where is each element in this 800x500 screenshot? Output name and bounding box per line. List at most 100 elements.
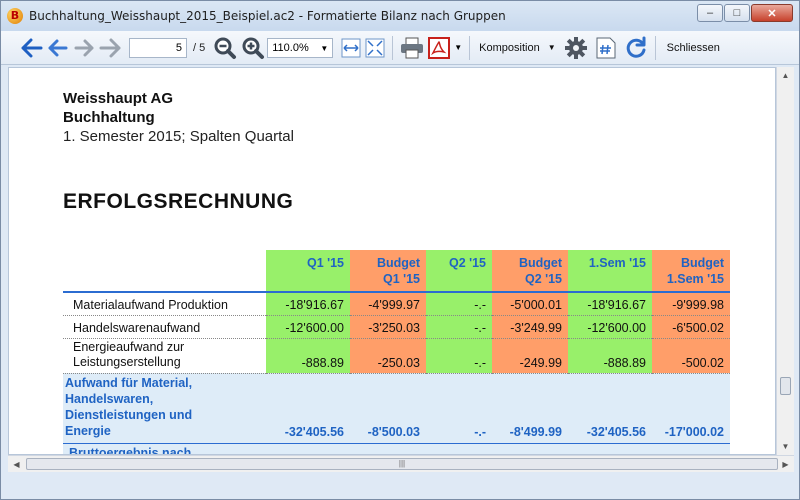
next-page-icon: [73, 37, 95, 59]
column-header: Budget Q1 '15: [350, 250, 426, 293]
close-document-button[interactable]: Schliessen: [667, 42, 720, 54]
back-icon: [21, 37, 43, 59]
table-cell: -500.02: [652, 338, 730, 374]
horizontal-scrollbar[interactable]: ◀ ||| ▶: [8, 455, 794, 472]
table-header-row: Q1 '15 Budget Q1 '15 Q2 '15 Budget Q2 '1…: [63, 250, 730, 293]
total-cell: -32'405.56: [568, 373, 652, 444]
table-cell: -.-: [426, 315, 492, 339]
scroll-left-icon[interactable]: ◀: [8, 456, 25, 473]
total-cell: -8'499.99: [492, 373, 568, 444]
column-header: Budget Q2 '15: [492, 250, 568, 293]
vertical-scroll-thumb[interactable]: [780, 377, 791, 395]
table-cell: -249.99: [492, 338, 568, 374]
table-cell: -4'999.97: [350, 292, 426, 316]
company-name: Weisshaupt AG: [63, 90, 174, 107]
table-row: Energieaufwand zur Leistungserstellung -…: [63, 338, 730, 374]
chevron-down-icon: ▼: [454, 43, 463, 52]
section-label: Bruttoergebnis nach: [63, 443, 730, 454]
refresh-button[interactable]: [624, 35, 648, 61]
horizontal-scroll-thumb[interactable]: |||: [26, 458, 778, 470]
total-cell: -17'000.02: [652, 373, 730, 444]
column-header: Q1 '15: [266, 250, 350, 293]
pdf-export-button[interactable]: [428, 35, 451, 61]
toolbar-separator: [469, 35, 471, 60]
forward-button[interactable]: [99, 35, 121, 61]
total-label: Aufwand für Material, Handelswaren, Dien…: [63, 373, 266, 444]
table-cell: -18'916.67: [266, 292, 350, 316]
report-period: 1. Semester 2015; Spalten Quartal: [63, 128, 294, 145]
column-header: Q2 '15: [426, 250, 492, 293]
print-icon: [400, 37, 424, 59]
next-page-button[interactable]: [73, 35, 95, 61]
document-viewer: Weisshaupt AG Buchhaltung 1. Semester 20…: [8, 67, 776, 455]
zoom-select[interactable]: 110.0% ▼: [267, 37, 334, 58]
table-cell: -12'600.00: [568, 315, 652, 339]
close-label: Schliessen: [666, 41, 720, 54]
status-bar: [1, 473, 799, 499]
previous-page-button[interactable]: [47, 35, 69, 61]
fit-page-button[interactable]: [365, 35, 385, 61]
table-cell: -888.89: [568, 338, 652, 374]
column-header: Budget 1.Sem '15: [652, 250, 730, 293]
zoom-in-icon: [241, 36, 265, 60]
table-cell: -.-: [426, 292, 492, 316]
window-title: Buchhaltung_Weisshaupt_2015_Beispiel.ac2…: [29, 9, 506, 23]
composition-dropdown[interactable]: Komposition ▼: [479, 42, 555, 54]
close-window-button[interactable]: ✕: [751, 4, 793, 22]
fit-page-icon: [365, 38, 385, 58]
fit-width-button[interactable]: [341, 35, 361, 61]
page-total: / 5: [193, 41, 206, 54]
back-button[interactable]: [21, 35, 43, 61]
window-controls: – □ ✕: [697, 4, 793, 22]
page-number-icon: [596, 37, 616, 59]
table-row: Materialaufwand Produktion -18'916.67 -4…: [63, 292, 730, 316]
toolbar-separator: [654, 35, 656, 60]
column-header: 1.Sem '15: [568, 250, 652, 293]
total-cell: -32'405.56: [266, 373, 350, 444]
table-cell: -5'000.01: [492, 292, 568, 316]
total-cell: -.-: [426, 373, 492, 444]
table-cell: -3'250.03: [350, 315, 426, 339]
table-cell: -18'916.67: [568, 292, 652, 316]
department-name: Buchhaltung: [63, 109, 155, 126]
zoom-in-button[interactable]: [241, 35, 265, 61]
row-label: Materialaufwand Produktion: [63, 292, 266, 316]
title-bar: B Buchhaltung_Weisshaupt_2015_Beispiel.a…: [1, 1, 799, 31]
report-heading: ERFOLGSRECHNUNG: [63, 190, 294, 213]
page-number-button[interactable]: [596, 35, 616, 61]
app-icon: B: [7, 8, 23, 24]
page-number-input[interactable]: 5: [129, 37, 187, 58]
table-cell: -12'600.00: [266, 315, 350, 339]
settings-button[interactable]: [564, 35, 588, 61]
composition-label: Komposition: [479, 41, 540, 54]
settings-icon: [564, 36, 588, 60]
table-cell: -9'999.98: [652, 292, 730, 316]
zoom-value: 110.0%: [272, 41, 309, 54]
scroll-down-icon[interactable]: ▼: [777, 438, 794, 455]
prev-page-icon: [47, 37, 69, 59]
table-cell: -6'500.02: [652, 315, 730, 339]
toolbar: 5 / 5 110.0% ▼ ▼ Komposition ▼ Schliesse…: [1, 31, 799, 65]
chevron-down-icon: ▼: [547, 43, 556, 52]
chevron-down-icon: ▼: [320, 43, 329, 53]
export-dropdown-button[interactable]: ▼: [454, 35, 462, 61]
row-label: Energieaufwand zur Leistungserstellung: [63, 338, 266, 374]
zoom-out-button[interactable]: [213, 35, 237, 61]
toolbar-separator: [392, 35, 394, 60]
forward-icon: [99, 37, 121, 59]
vertical-scrollbar[interactable]: ▲ ▼: [776, 67, 794, 455]
zoom-out-icon: [213, 36, 237, 60]
header-label-cell: [63, 250, 266, 293]
minimize-button[interactable]: –: [697, 4, 723, 22]
total-row: Aufwand für Material, Handelswaren, Dien…: [63, 373, 730, 444]
row-label: Handelswarenaufwand: [63, 315, 266, 339]
table-cell: -.-: [426, 338, 492, 374]
table-cell: -3'249.99: [492, 315, 568, 339]
scroll-up-icon[interactable]: ▲: [777, 67, 794, 84]
app-window: B Buchhaltung_Weisshaupt_2015_Beispiel.a…: [0, 0, 800, 500]
scroll-right-icon[interactable]: ▶: [777, 456, 794, 473]
refresh-icon: [624, 36, 648, 60]
maximize-button[interactable]: □: [724, 4, 750, 22]
total-cell: -8'500.03: [350, 373, 426, 444]
print-button[interactable]: [400, 35, 424, 61]
